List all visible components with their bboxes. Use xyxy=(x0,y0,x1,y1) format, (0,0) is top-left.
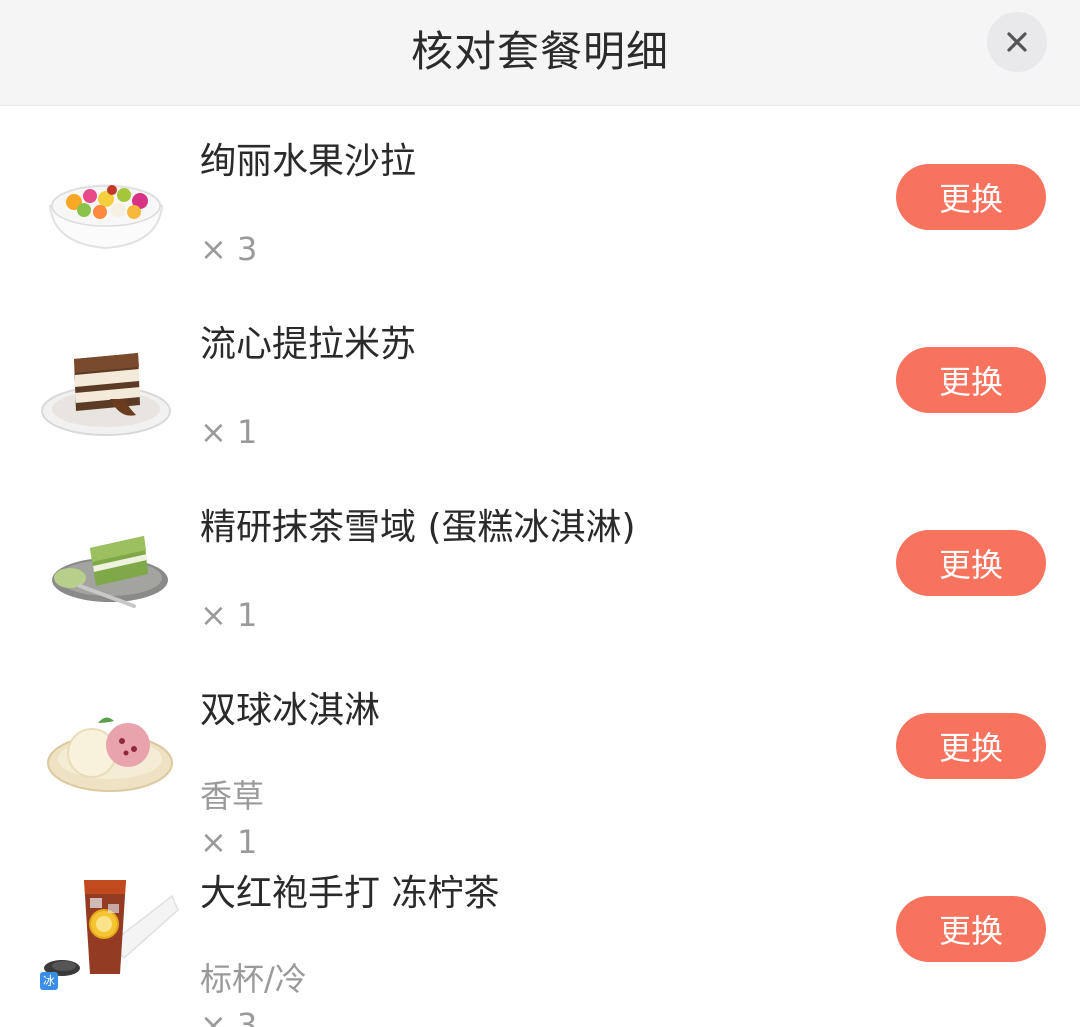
swap-button[interactable]: 更换 xyxy=(896,530,1046,596)
item-name: 绚丽水果沙拉 xyxy=(200,141,417,182)
item-name: 精研抹茶雪域 (蛋糕冰淇淋) xyxy=(200,507,636,548)
list-item: 精研抹茶雪域 (蛋糕冰淇淋) × 1 更换 xyxy=(0,472,1080,655)
item-spec: 标杯/冷 xyxy=(200,960,307,998)
lemon-tea-image xyxy=(44,880,179,976)
item-quantity: × 1 xyxy=(200,596,258,634)
header: 核对套餐明细 xyxy=(0,0,1080,106)
item-quantity: × 3 xyxy=(200,230,258,268)
list-item: 流心提拉米苏 × 1 更换 xyxy=(0,289,1080,472)
tiramisu-image xyxy=(41,353,171,436)
item-name: 双球冰淇淋 xyxy=(200,690,381,731)
item-spec: 香草 xyxy=(200,777,265,815)
close-icon xyxy=(1007,32,1027,52)
close-button[interactable] xyxy=(987,12,1047,72)
combo-item-list: 绚丽水果沙拉 × 3 更换 流心提拉米苏 × 1 更换 精研抹茶雪域 (蛋糕冰淇… xyxy=(0,106,1080,1027)
fruit-salad-image xyxy=(48,184,164,250)
item-name: 流心提拉米苏 xyxy=(200,324,417,365)
ice-cream-image xyxy=(47,717,173,792)
swap-button[interactable]: 更换 xyxy=(896,713,1046,779)
item-quantity: × 1 xyxy=(200,413,258,451)
swap-button[interactable]: 更换 xyxy=(896,347,1046,413)
ice-badge: 冰 xyxy=(40,972,58,990)
swap-button[interactable]: 更换 xyxy=(896,896,1046,962)
list-item: 绚丽水果沙拉 × 3 更换 xyxy=(0,106,1080,289)
item-quantity: × 3 xyxy=(200,1006,258,1027)
matcha-cake-image xyxy=(52,536,168,608)
item-name: 大红袍手打 冻柠茶 xyxy=(200,873,500,914)
list-item: 冰 大红袍手打 冻柠茶 标杯/冷 × 3 更换 xyxy=(0,838,1080,1027)
list-item: 双球冰淇淋 香草 × 1 更换 xyxy=(0,655,1080,861)
page-title: 核对套餐明细 xyxy=(410,27,669,76)
swap-button[interactable]: 更换 xyxy=(896,164,1046,230)
